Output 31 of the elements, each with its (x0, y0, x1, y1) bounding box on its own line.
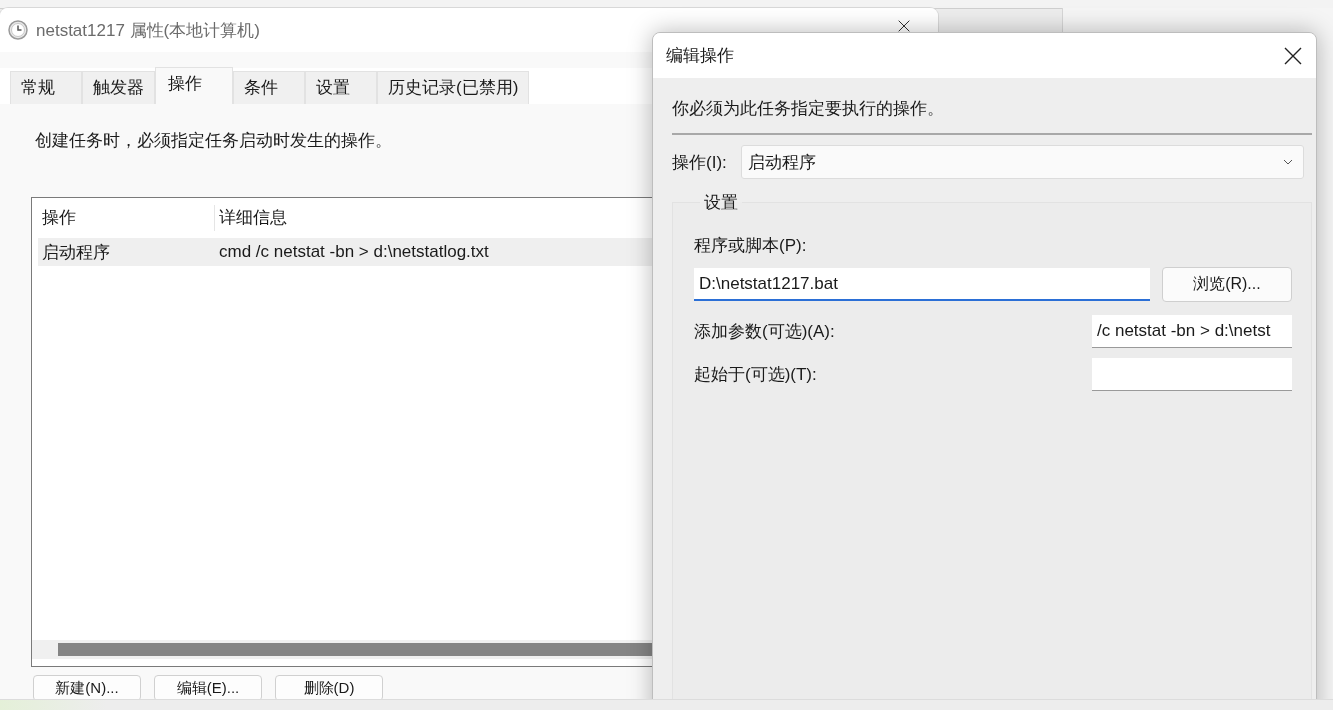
tab[interactable]: 条件 (233, 71, 305, 104)
tab[interactable]: 设置 (305, 71, 377, 104)
clock-icon (8, 20, 28, 40)
action-button[interactable]: 编辑(E)... (154, 675, 262, 700)
input-field[interactable]: D:\netstat1217.bat (694, 268, 1150, 301)
window-title: 编辑操作 (666, 45, 734, 67)
group-title: 设置 (703, 192, 739, 214)
table-cell-text: 启动程序 (41, 241, 111, 264)
field-label: 添加参数(可选)(A): (694, 321, 835, 343)
instruction-text: 你必须为此任务指定要执行的操作。 (672, 98, 945, 120)
window-title: netstat1217 属性(本地计算机) (36, 19, 260, 42)
tab[interactable]: 历史记录(已禁用) (377, 71, 530, 104)
tab[interactable]: 常规 (10, 71, 82, 104)
input-field[interactable] (1092, 358, 1292, 391)
field-label: 程序或脚本(P): (694, 235, 808, 257)
field-label: 操作(I): (672, 151, 727, 174)
action-button[interactable]: 新建(N)... (33, 675, 141, 700)
column-header[interactable]: 详细信息 (215, 205, 287, 231)
description-text: 创建任务时，必须指定任务启动时发生的操作。 (35, 130, 393, 152)
field-label: 起始于(可选)(T): (694, 364, 817, 386)
close-icon (898, 20, 910, 32)
tab[interactable]: 操作 (155, 67, 233, 104)
action-button[interactable]: 删除(D) (275, 675, 383, 700)
close-icon (1284, 46, 1302, 65)
input-field[interactable]: /c netstat -bn > d:\netst (1092, 315, 1292, 348)
column-header[interactable]: 操作 (38, 205, 215, 231)
tab[interactable]: 触发器 (82, 71, 155, 104)
table-cell-text: cmd /c netstat -bn > d:\netstatlog.txt (218, 242, 489, 262)
browse-button[interactable]: 浏览(R)... (1161, 267, 1292, 302)
action-dropdown[interactable]: 启动程序 (740, 145, 1304, 179)
chevron-down-icon (1283, 159, 1293, 165)
